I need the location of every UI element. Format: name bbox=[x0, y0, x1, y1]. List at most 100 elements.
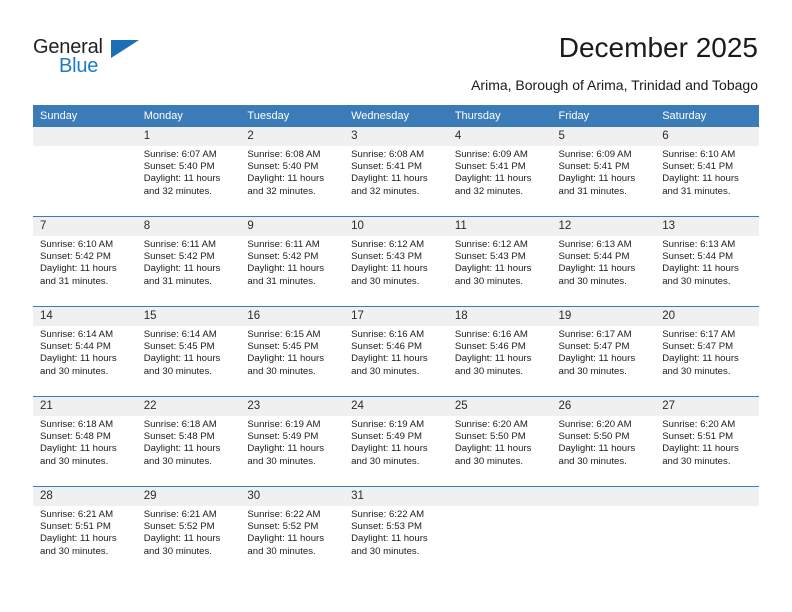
calendar-day-cell[interactable]: 21 Sunrise: 6:18 AM Sunset: 5:48 PM Dayligh… bbox=[33, 396, 137, 487]
daylight-duration-line1: Daylight: 11 hours bbox=[351, 173, 428, 185]
daylight-duration-line1: Daylight: 11 hours bbox=[40, 533, 117, 545]
daylight-duration-line1: Daylight: 11 hours bbox=[558, 263, 636, 275]
daylight-duration-line2: and 30 minutes. bbox=[247, 455, 316, 467]
sunset-time: Sunset: 5:49 PM bbox=[247, 431, 319, 443]
daylight-duration-line2: and 30 minutes. bbox=[143, 365, 212, 377]
daylight-duration-line2: and 30 minutes. bbox=[351, 455, 420, 467]
daylight-duration-line1: Daylight: 11 hours bbox=[143, 263, 221, 275]
day-sun-info: Sunrise: 6:08 AM Sunset: 5:40 PM Daylight:… bbox=[240, 146, 344, 198]
sunrise-time: Sunrise: 6:12 AM bbox=[454, 239, 528, 250]
sunset-time: Sunset: 5:46 PM bbox=[454, 341, 526, 353]
calendar-day-cell[interactable]: 30 Sunrise: 6:22 AM Sunset: 5:52 PM Dayligh… bbox=[240, 486, 345, 576]
day-number: 26 bbox=[551, 397, 656, 416]
calendar-day-cell[interactable]: 16 Sunrise: 6:15 AM Sunset: 5:45 PM Dayligh… bbox=[240, 306, 345, 397]
calendar-day-cell[interactable]: 28 Sunrise: 6:21 AM Sunset: 5:51 PM Dayligh… bbox=[33, 486, 137, 576]
sunset-time: Sunset: 5:52 PM bbox=[143, 521, 215, 533]
day-sun-info: Sunrise: 6:09 AM Sunset: 5:41 PM Daylight:… bbox=[448, 146, 552, 198]
calendar-day-cell[interactable]: 4 Sunrise: 6:09 AM Sunset: 5:41 PM Daylight… bbox=[447, 126, 552, 217]
daylight-duration-line1: Daylight: 11 hours bbox=[143, 533, 221, 545]
page-subtitle: Arima, Borough of Arima, Trinidad and To… bbox=[471, 77, 758, 93]
day-number: 29 bbox=[136, 487, 241, 506]
logo-text-blue: Blue bbox=[59, 55, 99, 77]
daylight-duration-line2: and 30 minutes. bbox=[143, 545, 212, 557]
daylight-duration-line2: and 31 minutes. bbox=[558, 185, 627, 197]
sunset-time: Sunset: 5:47 PM bbox=[558, 341, 630, 353]
calendar-day-cell[interactable]: 19 Sunrise: 6:17 AM Sunset: 5:47 PM Dayligh… bbox=[551, 306, 656, 397]
sunset-time: Sunset: 5:44 PM bbox=[40, 341, 111, 353]
day-number: 25 bbox=[447, 397, 552, 416]
daylight-duration-line2: and 30 minutes. bbox=[558, 455, 627, 467]
sunset-time: Sunset: 5:52 PM bbox=[247, 521, 319, 533]
day-number: 21 bbox=[33, 397, 137, 416]
calendar-day-cell[interactable]: 8 Sunrise: 6:11 AM Sunset: 5:42 PM Daylight… bbox=[136, 216, 241, 307]
sunrise-time: Sunrise: 6:16 AM bbox=[454, 329, 528, 340]
sunrise-time: Sunrise: 6:13 AM bbox=[662, 239, 736, 250]
calendar-day-cell[interactable]: 15 Sunrise: 6:14 AM Sunset: 5:45 PM Dayligh… bbox=[136, 306, 241, 397]
calendar-day-cell[interactable]: 5 Sunrise: 6:09 AM Sunset: 5:41 PM Daylight… bbox=[551, 126, 656, 217]
calendar-day-cell[interactable]: 10 Sunrise: 6:12 AM Sunset: 5:43 PM Dayligh… bbox=[344, 216, 448, 307]
calendar-week-row: 1 Sunrise: 6:07 AM Sunset: 5:40 PM Daylight… bbox=[33, 126, 759, 217]
calendar-day-cell[interactable]: 17 Sunrise: 6:16 AM Sunset: 5:46 PM Dayligh… bbox=[344, 306, 448, 397]
day-number: 31 bbox=[344, 487, 448, 506]
calendar-table: Sunday Monday Tuesday Wednesday Thursday… bbox=[33, 105, 759, 576]
sunrise-time: Sunrise: 6:07 AM bbox=[143, 149, 217, 160]
calendar-day-cell[interactable]: 2 Sunrise: 6:08 AM Sunset: 5:40 PM Daylight… bbox=[240, 126, 345, 217]
day-number bbox=[551, 487, 656, 506]
day-number: 20 bbox=[655, 307, 759, 326]
day-number: 2 bbox=[240, 127, 345, 146]
sunrise-time: Sunrise: 6:09 AM bbox=[454, 149, 528, 160]
day-number: 30 bbox=[240, 487, 345, 506]
day-sun-info: Sunrise: 6:18 AM Sunset: 5:48 PM Daylight:… bbox=[33, 416, 137, 468]
calendar-day-cell[interactable]: 24 Sunrise: 6:19 AM Sunset: 5:49 PM Dayligh… bbox=[344, 396, 448, 487]
calendar-day-cell[interactable]: 23 Sunrise: 6:19 AM Sunset: 5:49 PM Dayligh… bbox=[240, 396, 345, 487]
calendar-day-cell-empty bbox=[33, 126, 137, 217]
sunset-time: Sunset: 5:44 PM bbox=[662, 251, 734, 263]
sunset-time: Sunset: 5:41 PM bbox=[558, 161, 630, 173]
daylight-duration-line2: and 30 minutes. bbox=[454, 275, 524, 287]
day-sun-info: Sunrise: 6:16 AM Sunset: 5:46 PM Daylight:… bbox=[448, 326, 552, 378]
day-number: 17 bbox=[344, 307, 448, 326]
weekday-header-row: Sunday Monday Tuesday Wednesday Thursday… bbox=[33, 105, 759, 127]
weekday-header-friday: Friday bbox=[551, 105, 656, 127]
sunset-time: Sunset: 5:50 PM bbox=[558, 431, 630, 443]
calendar-day-cell[interactable]: 12 Sunrise: 6:13 AM Sunset: 5:44 PM Dayligh… bbox=[551, 216, 656, 307]
calendar-day-cell[interactable]: 13 Sunrise: 6:13 AM Sunset: 5:44 PM Dayligh… bbox=[655, 216, 759, 307]
day-sun-info: Sunrise: 6:13 AM Sunset: 5:44 PM Daylight:… bbox=[552, 236, 656, 288]
calendar-day-cell[interactable]: 6 Sunrise: 6:10 AM Sunset: 5:41 PM Daylight… bbox=[655, 126, 759, 217]
weekday-header-thursday: Thursday bbox=[447, 105, 552, 127]
daylight-duration-line1: Daylight: 11 hours bbox=[558, 443, 636, 455]
sunrise-time: Sunrise: 6:20 AM bbox=[662, 419, 736, 430]
sunset-time: Sunset: 5:41 PM bbox=[351, 161, 423, 173]
daylight-duration-line2: and 30 minutes. bbox=[247, 365, 316, 377]
daylight-duration-line2: and 30 minutes. bbox=[351, 365, 420, 377]
sunrise-time: Sunrise: 6:16 AM bbox=[351, 329, 425, 340]
calendar-day-cell[interactable]: 22 Sunrise: 6:18 AM Sunset: 5:48 PM Dayligh… bbox=[136, 396, 241, 487]
calendar-day-cell[interactable]: 1 Sunrise: 6:07 AM Sunset: 5:40 PM Daylight… bbox=[136, 126, 241, 217]
calendar-day-cell[interactable]: 7 Sunrise: 6:10 AM Sunset: 5:42 PM Daylight… bbox=[33, 216, 137, 307]
calendar-day-cell[interactable]: 31 Sunrise: 6:22 AM Sunset: 5:53 PM Dayligh… bbox=[344, 486, 448, 576]
calendar-day-cell[interactable]: 18 Sunrise: 6:16 AM Sunset: 5:46 PM Dayligh… bbox=[447, 306, 552, 397]
daylight-duration-line1: Daylight: 11 hours bbox=[662, 353, 739, 365]
calendar-day-cell[interactable]: 25 Sunrise: 6:20 AM Sunset: 5:50 PM Dayligh… bbox=[447, 396, 552, 487]
calendar-day-cell[interactable]: 27 Sunrise: 6:20 AM Sunset: 5:51 PM Dayligh… bbox=[655, 396, 759, 487]
calendar-day-cell[interactable]: 20 Sunrise: 6:17 AM Sunset: 5:47 PM Dayligh… bbox=[655, 306, 759, 397]
calendar-day-cell[interactable]: 11 Sunrise: 6:12 AM Sunset: 5:43 PM Dayligh… bbox=[447, 216, 552, 307]
daylight-duration-line1: Daylight: 11 hours bbox=[40, 263, 117, 275]
calendar-day-cell[interactable]: 29 Sunrise: 6:21 AM Sunset: 5:52 PM Dayligh… bbox=[136, 486, 241, 576]
day-number: 24 bbox=[344, 397, 448, 416]
sunrise-time: Sunrise: 6:11 AM bbox=[143, 239, 217, 250]
daylight-duration-line2: and 30 minutes. bbox=[40, 545, 109, 557]
calendar-day-cell[interactable]: 14 Sunrise: 6:14 AM Sunset: 5:44 PM Dayligh… bbox=[33, 306, 137, 397]
daylight-duration-line1: Daylight: 11 hours bbox=[247, 353, 325, 365]
calendar-day-cell[interactable]: 3 Sunrise: 6:08 AM Sunset: 5:41 PM Daylight… bbox=[344, 126, 448, 217]
day-sun-info: Sunrise: 6:17 AM Sunset: 5:47 PM Daylight:… bbox=[655, 326, 759, 378]
day-number: 14 bbox=[33, 307, 137, 326]
calendar-day-cell[interactable]: 9 Sunrise: 6:11 AM Sunset: 5:42 PM Daylight… bbox=[240, 216, 345, 307]
day-sun-info: Sunrise: 6:18 AM Sunset: 5:48 PM Daylight:… bbox=[137, 416, 241, 468]
calendar-day-cell[interactable]: 26 Sunrise: 6:20 AM Sunset: 5:50 PM Dayligh… bbox=[551, 396, 656, 487]
daylight-duration-line2: and 32 minutes. bbox=[247, 185, 316, 197]
day-sun-info: Sunrise: 6:12 AM Sunset: 5:43 PM Daylight:… bbox=[344, 236, 448, 288]
weekday-header-sunday: Sunday bbox=[33, 105, 137, 127]
sunset-time: Sunset: 5:47 PM bbox=[662, 341, 734, 353]
page-title: December 2025 bbox=[558, 32, 758, 63]
